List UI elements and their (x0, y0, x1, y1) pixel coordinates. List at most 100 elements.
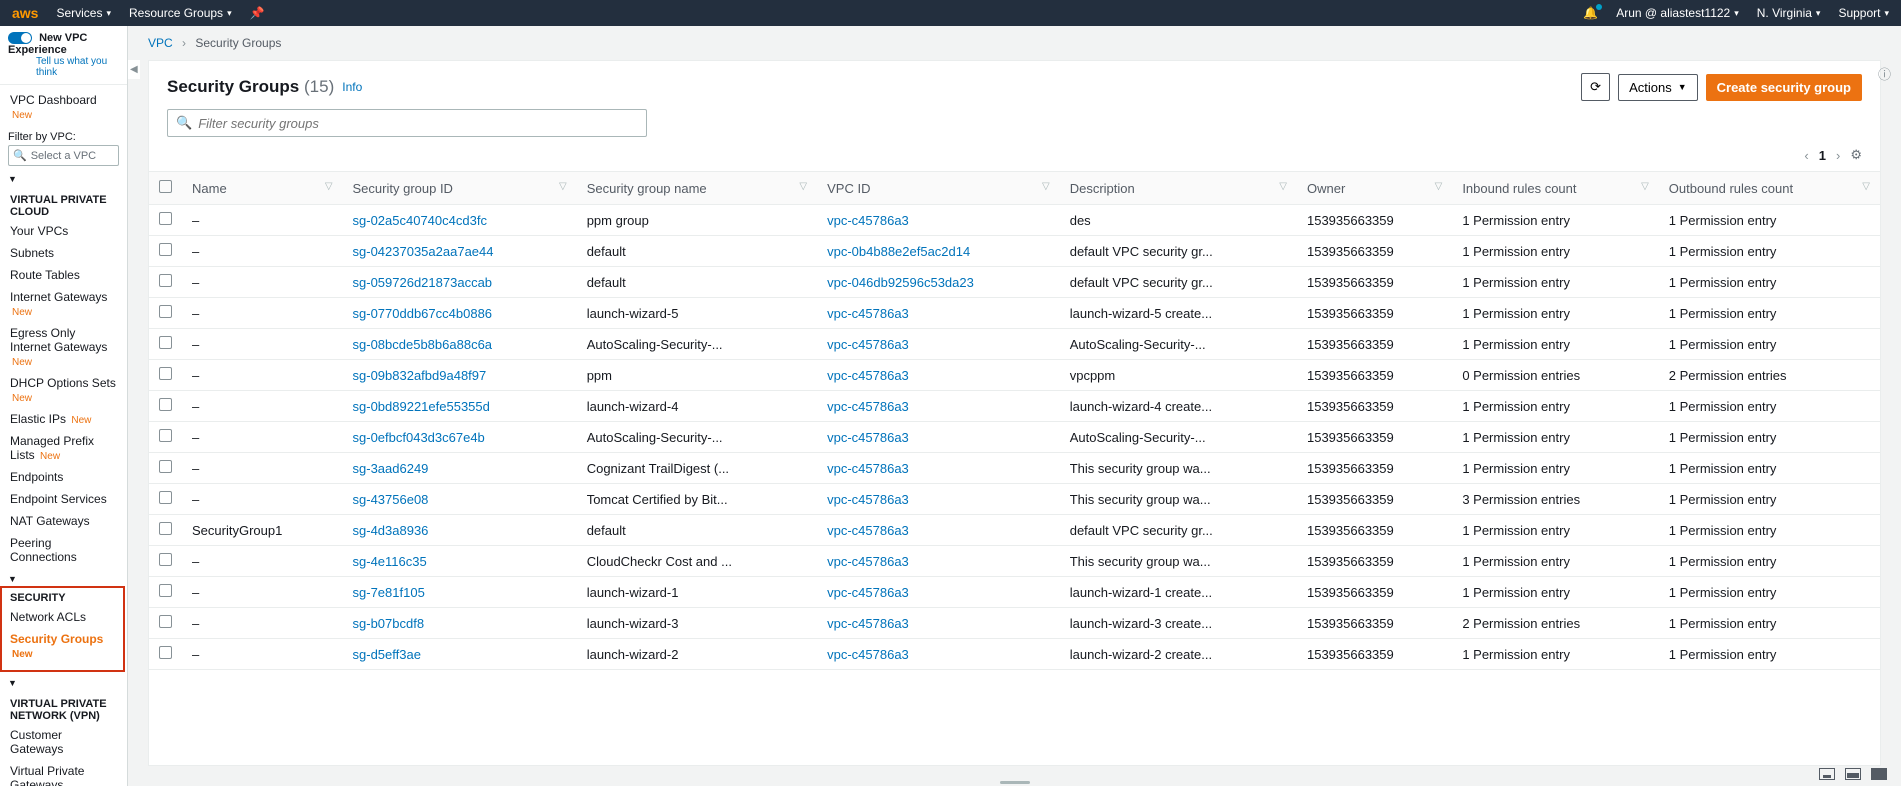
table-row[interactable]: –sg-04237035a2aa7ae44defaultvpc-0b4b88e2… (149, 236, 1880, 267)
table-row[interactable]: –sg-02a5c40740c4cd3fcppm groupvpc-c45786… (149, 205, 1880, 236)
collapse-sidebar-icon[interactable]: ◀ (128, 60, 140, 79)
breadcrumb-vpc[interactable]: VPC (148, 36, 173, 50)
sg-id-link[interactable]: sg-02a5c40740c4cd3fc (353, 213, 487, 228)
sg-id-link[interactable]: sg-4d3a8936 (353, 523, 429, 538)
collapse-toggle-vpn[interactable]: ▼ (0, 676, 127, 688)
sort-icon[interactable]: ▽ (1862, 181, 1870, 192)
table-row[interactable]: –sg-08bcde5b8b6a88c6aAutoScaling-Securit… (149, 329, 1880, 360)
page-prev-button[interactable]: ‹ (1804, 148, 1808, 163)
table-row[interactable]: –sg-d5eff3aelaunch-wizard-2vpc-c45786a3l… (149, 639, 1880, 670)
sg-id-link[interactable]: sg-0770ddb67cc4b0886 (353, 306, 493, 321)
layout-view-1[interactable] (1819, 768, 1835, 780)
row-checkbox[interactable] (159, 491, 172, 504)
collapse-toggle-security[interactable]: ▼ (0, 572, 127, 584)
sidebar-item[interactable]: Customer Gateways (8, 724, 119, 760)
sg-id-link[interactable]: sg-4e116c35 (353, 554, 427, 569)
nav-resource-groups[interactable]: Resource Groups▾ (129, 6, 232, 20)
nav-region[interactable]: N. Virginia▾ (1757, 6, 1821, 20)
col-outbound[interactable]: Outbound rules count▽ (1659, 172, 1880, 205)
sg-id-link[interactable]: sg-09b832afbd9a48f97 (353, 368, 487, 383)
col-sgname[interactable]: Security group name▽ (577, 172, 817, 205)
row-checkbox[interactable] (159, 336, 172, 349)
page-next-button[interactable]: › (1836, 148, 1840, 163)
sort-icon[interactable]: ▽ (1279, 181, 1287, 192)
col-inbound[interactable]: Inbound rules count▽ (1452, 172, 1658, 205)
table-row[interactable]: –sg-43756e08Tomcat Certified by Bit...vp… (149, 484, 1880, 515)
row-checkbox[interactable] (159, 584, 172, 597)
sidebar-item[interactable]: NAT Gateways (8, 510, 119, 532)
table-row[interactable]: –sg-0bd89221efe55355dlaunch-wizard-4vpc-… (149, 391, 1880, 422)
row-checkbox[interactable] (159, 305, 172, 318)
sidebar-dashboard[interactable]: VPC Dashboard New (8, 89, 119, 125)
table-row[interactable]: –sg-09b832afbd9a48f97ppmvpc-c45786a3vpcp… (149, 360, 1880, 391)
vpc-id-link[interactable]: vpc-c45786a3 (827, 306, 909, 321)
sidebar-item-network-acls[interactable]: Network ACLs (8, 606, 117, 628)
sort-icon[interactable]: ▽ (325, 181, 333, 192)
col-desc[interactable]: Description▽ (1060, 172, 1297, 205)
row-checkbox[interactable] (159, 243, 172, 256)
aws-logo[interactable]: aws (12, 5, 38, 21)
vpc-id-link[interactable]: vpc-c45786a3 (827, 585, 909, 600)
info-panel-icon[interactable]: ⓘ (1878, 64, 1891, 83)
vpc-id-link[interactable]: vpc-c45786a3 (827, 337, 909, 352)
table-row[interactable]: –sg-4e116c35CloudCheckr Cost and ...vpc-… (149, 546, 1880, 577)
select-all-checkbox[interactable] (159, 180, 172, 193)
sg-id-link[interactable]: sg-7e81f105 (353, 585, 425, 600)
nav-user[interactable]: Arun @ aliastest1122▾ (1616, 6, 1739, 20)
sidebar-item[interactable]: Virtual Private Gateways (8, 760, 119, 786)
sg-id-link[interactable]: sg-0efbcf043d3c67e4b (353, 430, 485, 445)
panel-info-link[interactable]: Info (342, 80, 362, 94)
row-checkbox[interactable] (159, 398, 172, 411)
sidebar-item[interactable]: Internet Gateways New (8, 286, 119, 322)
new-experience-toggle[interactable] (8, 32, 32, 44)
sg-id-link[interactable]: sg-43756e08 (353, 492, 429, 507)
vpc-id-link[interactable]: vpc-c45786a3 (827, 399, 909, 414)
table-row[interactable]: SecurityGroup1sg-4d3a8936defaultvpc-c457… (149, 515, 1880, 546)
vpc-id-link[interactable]: vpc-c45786a3 (827, 461, 909, 476)
sidebar-item[interactable]: Route Tables (8, 264, 119, 286)
sg-id-link[interactable]: sg-d5eff3ae (353, 647, 421, 662)
sidebar-item[interactable]: Managed Prefix Lists New (8, 430, 119, 466)
row-checkbox[interactable] (159, 367, 172, 380)
col-sgid[interactable]: Security group ID▽ (343, 172, 577, 205)
sg-id-link[interactable]: sg-3aad6249 (353, 461, 429, 476)
actions-dropdown[interactable]: Actions▼ (1618, 74, 1698, 101)
vpc-id-link[interactable]: vpc-c45786a3 (827, 430, 909, 445)
sg-id-link[interactable]: sg-0bd89221efe55355d (353, 399, 490, 414)
refresh-button[interactable]: ⟳ (1581, 73, 1610, 101)
sidebar-item[interactable]: DHCP Options Sets New (8, 372, 119, 408)
nav-services[interactable]: Services▾ (56, 6, 111, 20)
row-checkbox[interactable] (159, 553, 172, 566)
sidebar-item[interactable]: Egress Only Internet Gateways New (8, 322, 119, 372)
row-checkbox[interactable] (159, 522, 172, 535)
table-row[interactable]: –sg-7e81f105launch-wizard-1vpc-c45786a3l… (149, 577, 1880, 608)
table-row[interactable]: –sg-b07bcdf8launch-wizard-3vpc-c45786a3l… (149, 608, 1880, 639)
vpc-id-link[interactable]: vpc-c45786a3 (827, 368, 909, 383)
col-name[interactable]: Name▽ (182, 172, 343, 205)
nav-support[interactable]: Support▾ (1838, 6, 1889, 20)
row-checkbox[interactable] (159, 429, 172, 442)
table-row[interactable]: –sg-0770ddb67cc4b0886launch-wizard-5vpc-… (149, 298, 1880, 329)
vpc-selector[interactable]: 🔍 Select a VPC (8, 145, 119, 166)
sidebar-item[interactable]: Your VPCs (8, 220, 119, 242)
table-row[interactable]: –sg-059726d21873accabdefaultvpc-046db925… (149, 267, 1880, 298)
notifications-icon[interactable]: 🔔 (1583, 6, 1598, 20)
table-settings-icon[interactable]: ⚙ (1850, 147, 1862, 163)
tell-us-link[interactable]: Tell us what you think (36, 56, 119, 78)
sg-id-link[interactable]: sg-b07bcdf8 (353, 616, 425, 631)
col-owner[interactable]: Owner▽ (1297, 172, 1452, 205)
sidebar-item[interactable]: Elastic IPs New (8, 408, 119, 430)
vpc-id-link[interactable]: vpc-c45786a3 (827, 213, 909, 228)
sidebar-item[interactable]: Peering Connections (8, 532, 119, 568)
vpc-id-link[interactable]: vpc-c45786a3 (827, 554, 909, 569)
sidebar-item[interactable]: Endpoint Services (8, 488, 119, 510)
filter-security-groups-input[interactable] (198, 116, 638, 131)
sidebar-item-security-groups[interactable]: Security Groups New (8, 628, 117, 664)
sidebar-item[interactable]: Endpoints (8, 466, 119, 488)
vpc-id-link[interactable]: vpc-c45786a3 (827, 616, 909, 631)
sg-id-link[interactable]: sg-08bcde5b8b6a88c6a (353, 337, 493, 352)
sidebar-item[interactable]: Subnets (8, 242, 119, 264)
nav-pin-icon[interactable]: 📌 (250, 6, 265, 20)
vpc-id-link[interactable]: vpc-046db92596c53da23 (827, 275, 974, 290)
sort-icon[interactable]: ▽ (1641, 181, 1649, 192)
